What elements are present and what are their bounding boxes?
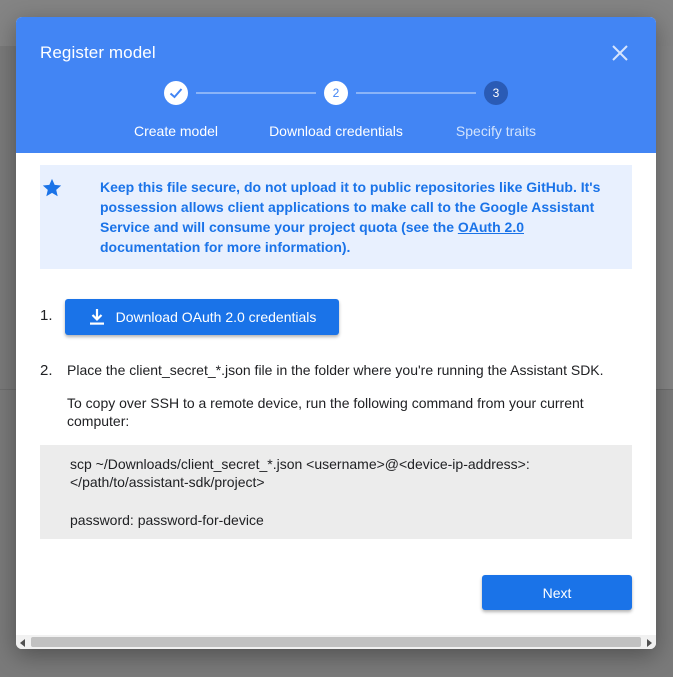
scroll-left-icon[interactable]	[20, 639, 25, 647]
dialog-title: Register model	[40, 43, 156, 62]
dialog-header: Register model 2 3 Create model Download…	[16, 17, 656, 153]
download-button-label: Download OAuth 2.0 credentials	[115, 309, 317, 325]
background-panel	[656, 46, 673, 389]
download-icon	[89, 309, 104, 325]
next-button[interactable]: Next	[482, 575, 632, 610]
notice-text-end: documentation for more information).	[100, 239, 351, 255]
scp-command: scp ~/Downloads/client_secret_*.json <us…	[70, 455, 610, 529]
download-credentials-button[interactable]: Download OAuth 2.0 credentials	[65, 299, 339, 335]
stepper-connector	[196, 92, 316, 94]
scroll-right-icon[interactable]	[647, 639, 652, 647]
checkmark-icon	[169, 88, 183, 99]
star-icon	[42, 178, 62, 197]
code-line-2: </path/to/assistant-sdk/project>	[70, 474, 265, 490]
step-3-label: Specify traits	[455, 123, 537, 139]
step-2-text: Place the client_secret_*.json file in t…	[67, 362, 604, 378]
ssh-instructions: To copy over SSH to a remote device, run…	[67, 395, 584, 429]
register-model-dialog: Register model 2 3 Create model Download…	[16, 17, 656, 649]
step-number-2: 2.	[40, 362, 53, 379]
step-2-indicator: 2	[324, 81, 348, 105]
close-icon[interactable]	[610, 43, 630, 63]
code-line-1: scp ~/Downloads/client_secret_*.json <us…	[70, 456, 530, 472]
step-1-indicator	[164, 81, 188, 105]
scrollbar-thumb[interactable]	[31, 637, 641, 647]
stepper-connector	[356, 92, 476, 94]
oauth-docs-link[interactable]: OAuth 2.0	[458, 219, 524, 235]
security-notice-text: Keep this file secure, do not upload it …	[100, 177, 620, 257]
notice-text-start: Keep this file secure, do not upload it …	[100, 179, 601, 235]
code-line-3: password: password-for-device	[70, 512, 264, 528]
step-number-1: 1.	[40, 307, 53, 324]
step-3-indicator: 3	[484, 81, 508, 105]
